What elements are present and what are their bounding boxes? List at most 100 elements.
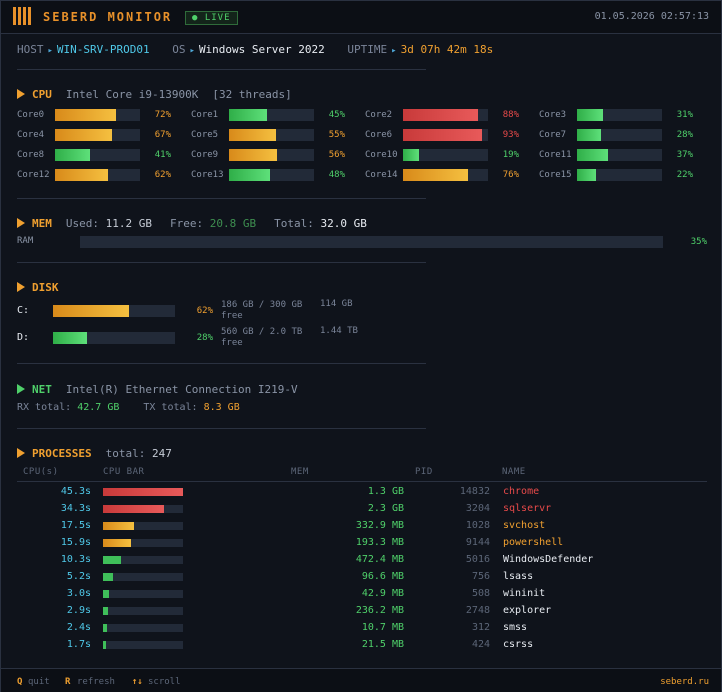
core-bar-fill xyxy=(229,149,277,161)
table-row[interactable]: 45.3s 1.3 GB 14832 chrome xyxy=(17,485,707,501)
core-bar xyxy=(577,109,662,121)
core-bar xyxy=(55,169,140,181)
net-adapter: Intel(R) Ethernet Connection I219-V xyxy=(65,383,298,396)
core-bar-fill xyxy=(55,109,117,121)
process-mem: 332.9 MB xyxy=(355,520,404,531)
mem-used-label: Used: xyxy=(65,217,99,230)
process-cpu: 2.9s xyxy=(66,605,91,616)
disk-pct: 28% xyxy=(196,333,213,343)
process-cpu-bar xyxy=(103,607,183,615)
core-label: Core9 xyxy=(191,150,219,160)
disk-title: DISK xyxy=(32,281,59,294)
divider xyxy=(17,428,426,429)
process-pid: 5016 xyxy=(465,554,490,565)
core-pct: 55% xyxy=(328,130,345,140)
process-cpu-bar-fill xyxy=(103,488,183,496)
process-cpu: 1.7s xyxy=(66,639,91,650)
process-name: powershell xyxy=(503,537,564,548)
table-row[interactable]: 15.9s 193.3 MB 9144 powershell xyxy=(17,536,707,552)
core-pct: 56% xyxy=(328,150,345,160)
core-bar xyxy=(577,129,662,141)
table-header-divider xyxy=(17,481,707,482)
cpu-title: CPU xyxy=(32,88,52,101)
table-row[interactable]: 1.7s 21.5 MB 424 csrss xyxy=(17,638,707,654)
core-bar xyxy=(55,129,140,141)
quit-label: quit xyxy=(28,677,50,687)
process-cpu-bar xyxy=(103,641,183,649)
disk-free-amount: 1.44 TB xyxy=(320,326,358,336)
core-label: Core4 xyxy=(17,130,45,140)
core-label: Core15 xyxy=(539,170,572,180)
refresh-label: refresh xyxy=(77,677,115,687)
footer: Q quit R refresh ↑↓ scroll seberd.ru xyxy=(1,668,721,692)
core-bar xyxy=(55,149,140,161)
core-label: Core8 xyxy=(17,150,45,160)
process-name: WindowsDefender xyxy=(503,554,594,565)
table-row[interactable]: 2.4s 10.7 MB 312 smss xyxy=(17,621,707,637)
process-cpu-bar xyxy=(103,573,183,581)
arrow-right-icon: ▸ xyxy=(47,46,53,56)
column-header-mem[interactable]: MEM xyxy=(291,467,309,477)
table-row[interactable]: 5.2s 96.6 MB 756 lsass xyxy=(17,570,707,586)
process-cpu-bar xyxy=(103,556,183,564)
cpu-section-header: CPU Intel Core i9-13900K [32 threads] xyxy=(17,88,292,101)
core-label: Core7 xyxy=(539,130,567,140)
mem-free-label: Free: xyxy=(169,217,204,230)
uptime-key: UPTIME xyxy=(347,43,388,56)
process-pid: 1028 xyxy=(465,520,490,531)
core-bar-fill xyxy=(577,129,601,141)
process-name: smss xyxy=(503,622,528,633)
core-pct: 28% xyxy=(676,130,693,140)
column-header-cpu[interactable]: CPU(s) xyxy=(23,467,59,477)
process-name: svchost xyxy=(503,520,546,531)
process-pid: 9144 xyxy=(465,537,490,548)
table-row[interactable]: 3.0s 42.9 MB 508 wininit xyxy=(17,587,707,603)
disk-letter: D: xyxy=(17,332,30,343)
disk-free-word: free xyxy=(221,338,243,348)
site-link[interactable]: seberd.ru xyxy=(660,677,709,687)
core-bar-fill xyxy=(229,129,276,141)
process-cpu: 17.5s xyxy=(60,520,91,531)
refresh-key[interactable]: R xyxy=(65,677,70,687)
core-bar-fill xyxy=(55,169,108,181)
divider xyxy=(17,69,426,70)
disk-bar xyxy=(53,305,175,317)
column-header-cpu-bar[interactable]: CPU BAR xyxy=(103,467,144,477)
disk-letter: C: xyxy=(17,305,30,316)
table-row[interactable]: 34.3s 2.3 GB 3204 sqlservr xyxy=(17,502,707,518)
scroll-key[interactable]: ↑↓ xyxy=(132,677,143,687)
table-row[interactable]: 17.5s 332.9 MB 1028 svchost xyxy=(17,519,707,535)
core-bar-fill xyxy=(577,109,604,121)
core-label: Core0 xyxy=(17,110,45,120)
process-cpu-bar-fill xyxy=(103,556,122,564)
core-bar xyxy=(403,149,488,161)
core-bar-fill xyxy=(229,109,268,121)
process-cpu-bar-fill xyxy=(103,607,108,615)
process-mem: 472.4 MB xyxy=(355,554,404,565)
table-row[interactable]: 10.3s 472.4 MB 5016 WindowsDefender xyxy=(17,553,707,569)
column-header-pid[interactable]: PID xyxy=(415,467,433,477)
core-bar xyxy=(229,129,314,141)
core-pct: 31% xyxy=(676,110,693,120)
table-row[interactable]: 2.9s 236.2 MB 2748 explorer xyxy=(17,604,707,620)
core-bar xyxy=(403,169,488,181)
core-pct: 45% xyxy=(328,110,345,120)
process-cpu: 2.4s xyxy=(66,622,91,633)
column-header-name[interactable]: NAME xyxy=(502,467,526,477)
process-cpu-bar-fill xyxy=(103,624,107,632)
tx-value: 8.3 GB xyxy=(203,402,240,413)
core-bar-fill xyxy=(229,169,270,181)
process-cpu-bar-fill xyxy=(103,522,135,530)
triangle-right-icon xyxy=(17,448,25,458)
process-cpu: 34.3s xyxy=(60,503,91,514)
quit-key[interactable]: Q xyxy=(17,677,22,687)
core-pct: 67% xyxy=(154,130,171,140)
core-bar-fill xyxy=(403,109,478,121)
process-cpu-bar xyxy=(103,505,183,513)
rx-value: 42.7 GB xyxy=(77,402,120,413)
os-key: OS xyxy=(172,43,186,56)
core-bar-fill xyxy=(55,129,112,141)
process-cpu: 45.3s xyxy=(60,486,91,497)
core-bar xyxy=(229,169,314,181)
core-label: Core10 xyxy=(365,150,398,160)
